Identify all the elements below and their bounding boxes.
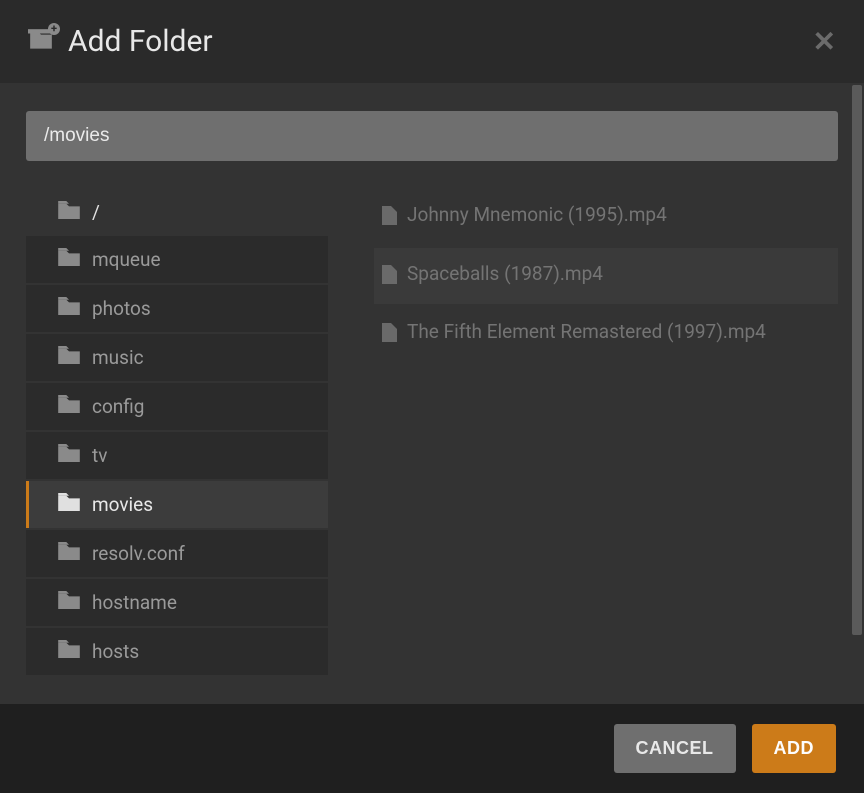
folder-item[interactable]: hosts (26, 628, 328, 675)
file-column: Johnny Mnemonic (1995).mp4 Spaceballs (19… (374, 189, 838, 677)
header-left: Add Folder (28, 24, 213, 59)
add-folder-icon (28, 29, 54, 55)
folder-icon (58, 542, 80, 565)
folder-icon (58, 346, 80, 369)
folder-icon (58, 591, 80, 614)
scrollbar-track[interactable] (850, 83, 864, 681)
path-input[interactable] (26, 111, 838, 161)
file-label: Spaceballs (1987).mp4 (407, 260, 603, 289)
folder-item[interactable]: movies (26, 481, 328, 528)
folder-column: / mqueue photos music config tv movies resolv.… (26, 189, 328, 677)
file-item[interactable]: Johnny Mnemonic (1995).mp4 (374, 189, 838, 246)
folder-item[interactable]: mqueue (26, 236, 328, 283)
add-folder-modal: Add Folder ✕ / mqueue photos music config tv… (0, 0, 864, 793)
file-browser: / mqueue photos music config tv movies resolv.… (26, 189, 838, 677)
folder-label: tv (92, 444, 107, 467)
folder-icon (58, 493, 80, 516)
folder-label: resolv.conf (92, 542, 185, 565)
file-icon (382, 205, 397, 234)
folder-label: photos (92, 297, 151, 320)
file-item[interactable]: Spaceballs (1987).mp4 (374, 248, 838, 305)
folder-label: movies (92, 493, 153, 516)
folder-icon (58, 640, 80, 663)
folder-item[interactable]: photos (26, 285, 328, 332)
folder-label: / (92, 201, 100, 224)
folder-icon (58, 444, 80, 467)
modal-footer: CANCEL ADD (0, 704, 864, 793)
folder-item[interactable]: tv (26, 432, 328, 479)
folder-label: hosts (92, 640, 139, 663)
file-label: The Fifth Element Remastered (1997).mp4 (407, 318, 766, 347)
modal-header: Add Folder ✕ (0, 0, 864, 83)
folder-icon (58, 248, 80, 271)
file-icon (382, 264, 397, 293)
folder-icon (58, 297, 80, 320)
file-icon (382, 322, 397, 351)
folder-label: music (92, 346, 144, 369)
add-button[interactable]: ADD (752, 724, 837, 773)
folder-label: hostname (92, 591, 177, 614)
modal-body: / mqueue photos music config tv movies resolv.… (0, 83, 864, 704)
folder-item[interactable]: resolv.conf (26, 530, 328, 577)
folder-root[interactable]: / (26, 189, 328, 236)
folder-item[interactable]: music (26, 334, 328, 381)
folder-label: config (92, 395, 144, 418)
file-item[interactable]: The Fifth Element Remastered (1997).mp4 (374, 306, 838, 363)
modal-title: Add Folder (68, 24, 213, 59)
cancel-button[interactable]: CANCEL (614, 724, 736, 773)
folder-item[interactable]: hostname (26, 579, 328, 626)
close-icon[interactable]: ✕ (813, 28, 836, 56)
scrollbar-thumb[interactable] (852, 85, 862, 635)
folder-label: mqueue (92, 248, 161, 271)
file-label: Johnny Mnemonic (1995).mp4 (407, 201, 667, 230)
folder-item[interactable]: config (26, 383, 328, 430)
folder-icon (58, 201, 80, 224)
folder-icon (58, 395, 80, 418)
